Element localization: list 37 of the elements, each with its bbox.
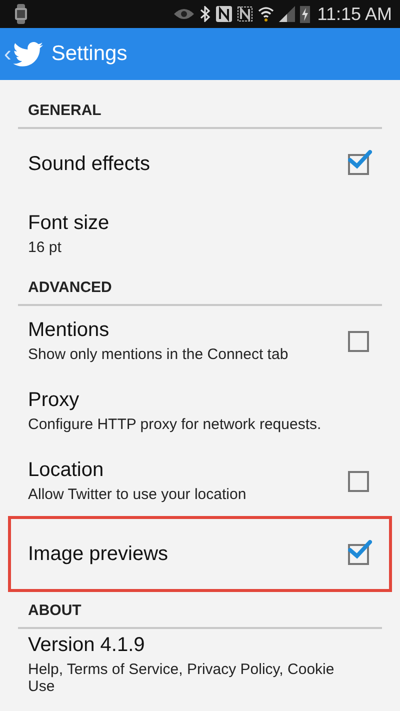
item-title: Location <box>28 459 105 482</box>
item-summary: Help, Terms of Service, Privacy Policy, Cookie Use <box>28 660 336 694</box>
status-time: 11:15 AM <box>317 4 392 24</box>
signal-icon <box>279 6 296 22</box>
nfc-icon <box>216 6 232 22</box>
bird-icon <box>13 42 44 66</box>
item-title: Mentions <box>28 319 110 342</box>
screen-title: Settings <box>51 42 128 66</box>
settings-item[interactable]: Image previews <box>8 516 392 592</box>
settings-item[interactable]: Mentions Show only mentions in the Connect tab <box>8 306 392 376</box>
item-title: Version 4.1.9 <box>28 634 146 656</box>
item-title: Image previews <box>28 542 170 566</box>
wifi-icon <box>258 6 274 22</box>
settings-item[interactable]: Font size 16 pt <box>8 199 392 269</box>
check-icon <box>348 540 372 560</box>
check-icon <box>348 150 372 170</box>
item-title: Sound effects <box>28 152 151 176</box>
settings-item[interactable]: Version 4.1.9 Help, Terms of Service, Privacy Policy, Cookie Use <box>8 629 392 699</box>
item-title: Font size <box>28 212 110 235</box>
item-summary: Allow Twitter to use your location <box>28 486 248 503</box>
section-header: ABOUT <box>27 601 82 621</box>
section-header: GENERAL <box>27 101 102 121</box>
settings-item[interactable]: Sound effects <box>8 129 392 199</box>
bluetooth-icon <box>199 6 212 22</box>
watch-icon <box>14 4 28 24</box>
item-summary: Show only mentions in the Connect tab <box>28 346 290 363</box>
settings-item[interactable]: Proxy Configure HTTP proxy for network requests. <box>8 376 392 446</box>
battery-charging-icon <box>300 5 310 23</box>
eye-icon <box>174 8 194 20</box>
item-summary: 16 pt <box>28 239 62 256</box>
settings-item[interactable]: Location Allow Twitter to use your location <box>8 446 392 516</box>
checkbox[interactable] <box>348 330 369 352</box>
checkbox[interactable] <box>348 470 369 492</box>
item-title: Proxy <box>28 389 80 412</box>
no-signal-icon <box>237 6 254 22</box>
section-header: ADVANCED <box>27 278 113 298</box>
item-summary: Configure HTTP proxy for network requests. <box>28 416 322 433</box>
